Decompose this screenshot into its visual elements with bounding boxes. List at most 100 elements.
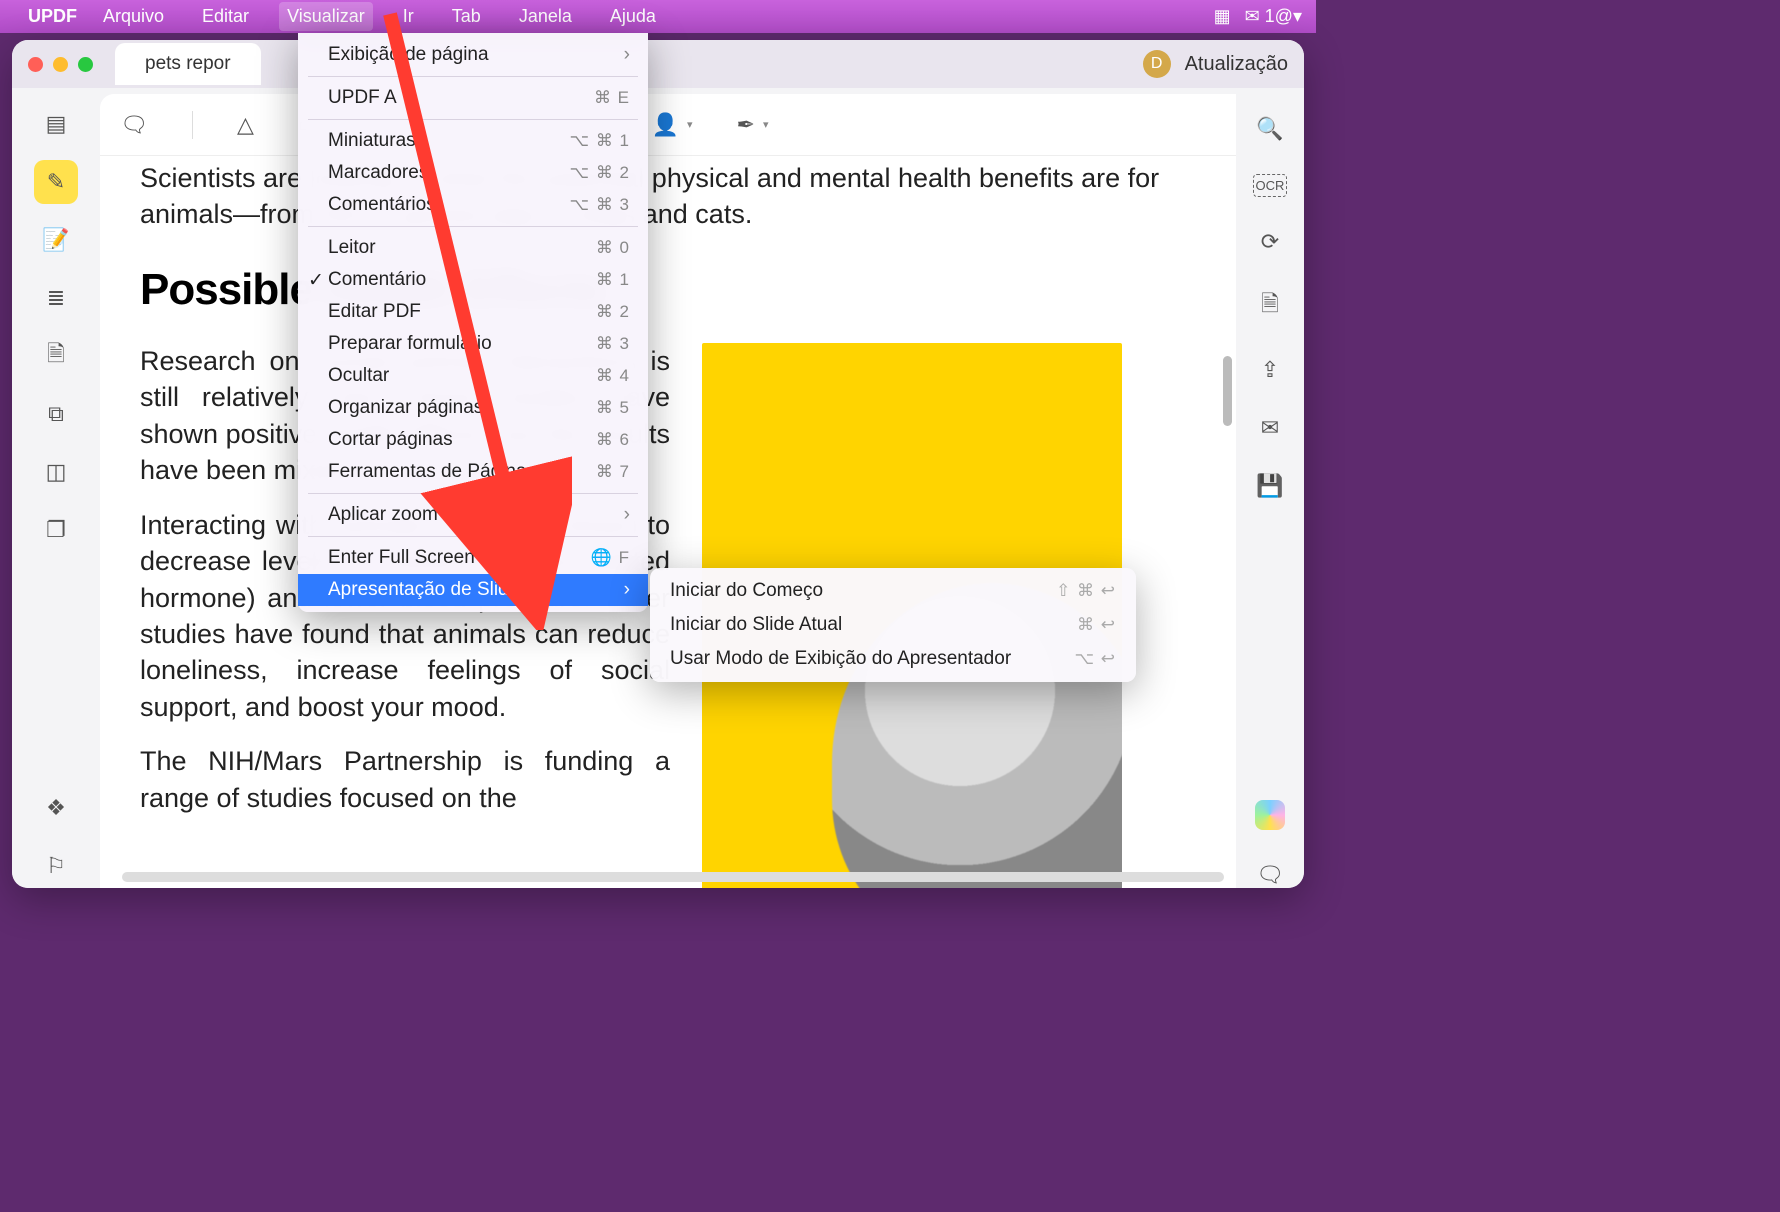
layers-icon[interactable]: ❖ <box>34 786 78 830</box>
shortcut-label: ⌘ 0 <box>596 238 630 258</box>
shortcut-label: ⌘ 6 <box>596 430 630 450</box>
menu-visualizar[interactable]: Visualizar <box>279 2 373 31</box>
annotation-toolbar: 🗨 △ ▭ ✐ 🖶 ／▾ ◯▾ 👤▾ ✒▾ <box>100 94 1236 156</box>
menu-item[interactable]: Exibição de página› <box>298 39 648 71</box>
menu-item[interactable]: Miniaturas⌥ ⌘ 1 <box>298 125 648 157</box>
submenu-item[interactable]: Iniciar do Slide Atual⌘ ↩ <box>650 608 1136 642</box>
fullscreen-icon[interactable] <box>78 57 93 72</box>
submenu-item[interactable]: Iniciar do Começo⇧ ⌘ ↩ <box>650 574 1136 608</box>
visualizar-dropdown[interactable]: Exibição de página› UPDF A ⌘ E Miniaturas⌥ … <box>298 33 648 612</box>
menu-item[interactable]: Comentários⌥ ⌘ 3 <box>298 189 648 221</box>
menu-item-label: Organizar páginas <box>328 397 586 419</box>
scrollbar-thumb[interactable] <box>1223 356 1232 426</box>
chevron-down-icon[interactable]: ▾ <box>687 118 693 131</box>
list-icon[interactable]: ≣ <box>34 276 78 320</box>
menubar-status-icon[interactable]: ▦ <box>1214 6 1231 27</box>
note-pen-icon[interactable]: 📝 <box>34 218 78 262</box>
menu-item[interactable]: Preparar formulário⌘ 3 <box>298 328 648 360</box>
menu-item-label: Comentário <box>328 269 586 291</box>
menu-item-label: Marcadores <box>328 162 560 184</box>
menu-item-label: UPDF A <box>328 87 584 109</box>
menu-item-label: Apresentação de Slides <box>328 579 614 601</box>
app-window: pets repor D Atualização ▤ ✎ 📝 ≣ 🗎 ⧉ ◫ ❐… <box>12 40 1304 888</box>
menu-ir[interactable]: Ir <box>395 2 422 31</box>
minimize-icon[interactable] <box>53 57 68 72</box>
horizontal-scrollbar[interactable] <box>122 872 1224 882</box>
menu-item[interactable]: Enter Full Screen 🌐 F <box>298 542 648 574</box>
avatar[interactable]: D <box>1143 50 1171 78</box>
copy-icon[interactable]: ⧉ <box>34 392 78 436</box>
menu-ajuda[interactable]: Ajuda <box>602 2 664 31</box>
submenu-item-label: Iniciar do Começo <box>670 580 1046 602</box>
book-open-icon[interactable]: ▤ <box>34 102 78 146</box>
menu-item[interactable]: Apresentação de Slides › <box>298 574 648 606</box>
menu-item-label: Enter Full Screen <box>328 547 581 569</box>
signature-icon[interactable]: ✒ <box>737 112 755 138</box>
shortcut-label: ⌘ 2 <box>596 302 630 322</box>
highlighter-icon[interactable]: ✎ <box>34 160 78 204</box>
document-tab[interactable]: pets repor <box>115 43 261 85</box>
menu-item[interactable]: Cortar páginas⌘ 6 <box>298 424 648 456</box>
menu-janela[interactable]: Janela <box>511 2 580 31</box>
shortcut-label: 🌐 F <box>591 548 630 568</box>
menu-item[interactable]: Ferramentas de Página ⌘ 7 <box>298 456 648 488</box>
annotate-list-icon[interactable]: 🗨 <box>1256 862 1284 888</box>
pen-icon[interactable]: △ <box>237 112 254 138</box>
menu-item[interactable]: Ocultar⌘ 4 <box>298 360 648 392</box>
right-sidebar: 🔍 OCR ⟳ 🗎 ⇪ ✉ 💾 🗨 <box>1236 94 1304 888</box>
menu-item-label: Editar PDF <box>328 301 586 323</box>
menu-item[interactable]: Leitor⌘ 0 <box>298 232 648 264</box>
slides-submenu[interactable]: Iniciar do Começo⇧ ⌘ ↩Iniciar do Slide A… <box>650 568 1136 682</box>
menu-item-label: Preparar formulário <box>328 333 586 355</box>
menu-item-label: Ferramentas de Página <box>328 461 586 483</box>
pages-icon[interactable]: ❐ <box>34 508 78 552</box>
shortcut-label: ⌥ ⌘ 2 <box>570 163 631 183</box>
crop-icon[interactable]: ◫ <box>34 450 78 494</box>
submenu-item[interactable]: Usar Modo de Exibição do Apresentador⌥ ↩ <box>650 642 1136 676</box>
menu-item-label: Ocultar <box>328 365 586 387</box>
menu-item[interactable]: ✓Comentário⌘ 1 <box>298 264 648 296</box>
separator <box>308 493 638 494</box>
shortcut-label: ⌘ 1 <box>596 270 630 290</box>
shortcut-label: ⌥ ⌘ 1 <box>570 131 631 151</box>
search-icon[interactable]: 🔍 <box>1256 116 1283 142</box>
update-button[interactable]: Atualização <box>1185 53 1288 76</box>
ai-flower-icon[interactable] <box>1255 800 1285 830</box>
chevron-right-icon: › <box>624 504 630 526</box>
menu-tab[interactable]: Tab <box>444 2 489 31</box>
body-text: The NIH/Mars Partnership is funding a ra… <box>140 743 670 816</box>
share-icon[interactable]: ⇪ <box>1261 357 1279 383</box>
menu-item[interactable]: Aplicar zoom › <box>298 499 648 531</box>
menu-item[interactable]: Editar PDF ⌘ 2 <box>298 296 648 328</box>
chevron-right-icon: › <box>624 44 630 66</box>
menu-item[interactable]: Organizar páginas⌘ 5 <box>298 392 648 424</box>
separator <box>308 536 638 537</box>
separator <box>192 111 193 139</box>
save-icon[interactable]: 💾 <box>1256 473 1283 499</box>
mail-icon[interactable]: ✉ <box>1261 415 1279 441</box>
form-icon[interactable]: 🗎 <box>34 334 78 378</box>
traffic-lights[interactable] <box>28 57 93 72</box>
lock-page-icon[interactable]: 🗎 <box>1261 287 1279 325</box>
app-name[interactable]: UPDF <box>28 6 77 27</box>
macos-menubar: UPDF Arquivo Editar Visualizar Ir Tab Ja… <box>0 0 1316 33</box>
page-view[interactable]: Scientists are looking at what the poten… <box>100 156 1236 888</box>
bookmark-icon[interactable]: ⚐ <box>34 844 78 888</box>
separator <box>308 226 638 227</box>
close-icon[interactable] <box>28 57 43 72</box>
person-icon[interactable]: 👤 <box>652 112 679 138</box>
separator <box>308 119 638 120</box>
shortcut-label: ⌘ 7 <box>596 462 630 482</box>
menubar-mail-icon[interactable]: ✉ 1@▾ <box>1245 6 1302 27</box>
menu-editar[interactable]: Editar <box>194 2 257 31</box>
chevron-right-icon: › <box>624 579 630 601</box>
comment-icon[interactable]: 🗨 <box>120 112 148 138</box>
menu-item-label: Aplicar zoom <box>328 504 614 526</box>
menu-arquivo[interactable]: Arquivo <box>95 2 172 31</box>
menu-item[interactable]: Marcadores ⌥ ⌘ 2 <box>298 157 648 189</box>
chevron-down-icon[interactable]: ▾ <box>763 118 769 131</box>
rotate-icon[interactable]: ⟳ <box>1261 229 1279 255</box>
shortcut-label: ⌘ E <box>594 88 630 108</box>
ocr-icon[interactable]: OCR <box>1253 174 1288 197</box>
menu-item[interactable]: UPDF A ⌘ E <box>298 82 648 114</box>
